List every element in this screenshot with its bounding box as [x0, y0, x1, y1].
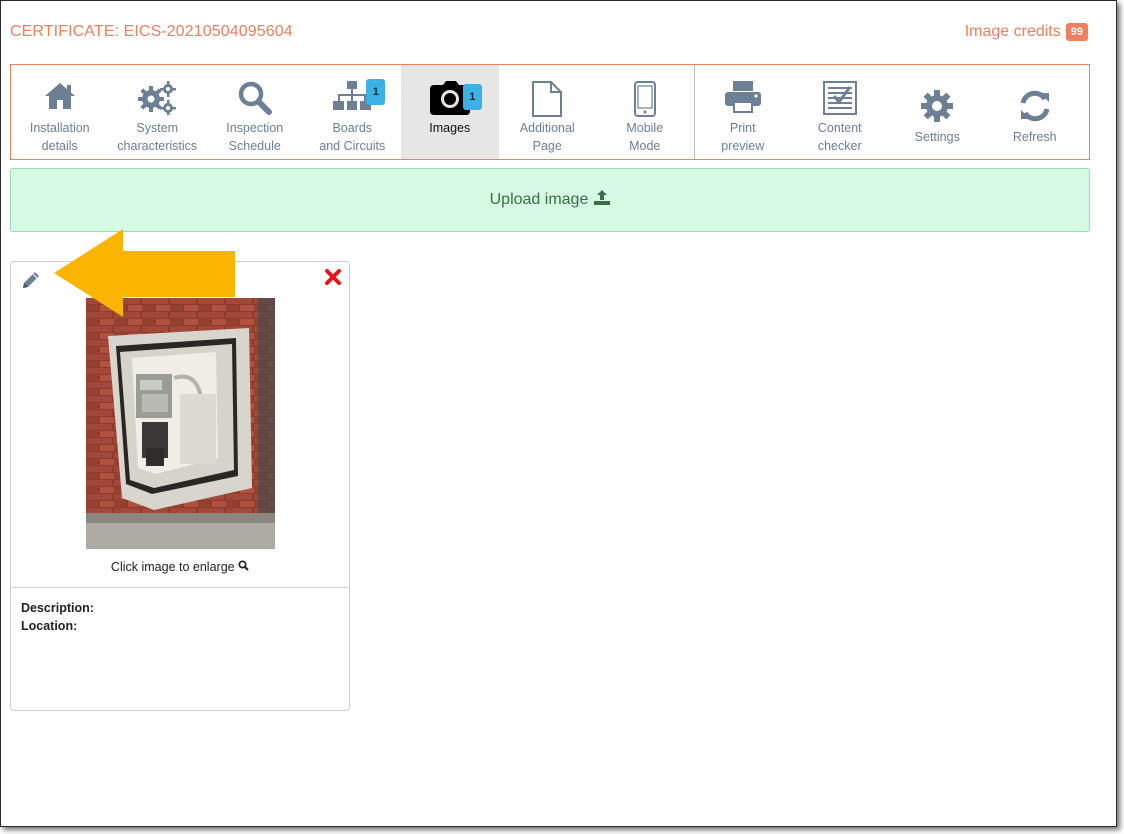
close-icon[interactable] — [325, 269, 341, 290]
image-thumbnail[interactable] — [86, 298, 275, 549]
toolbar-mobile-mode[interactable]: Mobile Mode — [596, 65, 694, 159]
toolbar-inspection-schedule[interactable]: Inspection Schedule — [206, 65, 304, 159]
images-count-badge: 1 — [462, 84, 482, 110]
pencil-icon[interactable] — [21, 270, 41, 295]
toolbar-images[interactable]: 1 Images — [401, 65, 499, 159]
annotation-arrow-icon — [51, 227, 237, 324]
toolbar-system-characteristics[interactable]: System characteristics — [109, 65, 207, 159]
toolbar-label: Content checker — [817, 121, 862, 153]
toolbar-label: Settings — [914, 130, 960, 144]
image-credits-badge: 99 — [1065, 23, 1088, 41]
toolbar-boards-and-circuits[interactable]: 1 Boards and Circuits — [304, 65, 402, 159]
toolbar-installation-details[interactable]: Installation details — [11, 65, 109, 159]
main-toolbar: Installation details System characterist… — [10, 64, 1090, 160]
image-meta: Description: Location: — [21, 599, 94, 635]
toolbar-label: Images — [429, 121, 471, 135]
camera-icon: 1 — [429, 81, 482, 119]
image-card: Click image to enlarge Description: Loca… — [10, 261, 350, 711]
toolbar-print-preview[interactable]: Print preview — [693, 65, 792, 159]
search-icon — [238, 560, 249, 574]
mobile-icon — [633, 81, 656, 125]
gear-icon — [921, 90, 954, 128]
upload-icon — [594, 190, 611, 210]
upload-image-label: Upload image — [489, 191, 589, 208]
print-icon — [724, 81, 761, 119]
toolbar-label: System characteristics — [117, 121, 198, 153]
home-icon — [43, 81, 77, 119]
card-divider — [11, 587, 349, 588]
enlarge-label: Click image to enlarge — [110, 560, 235, 574]
upload-image-button[interactable]: Upload image — [10, 168, 1090, 232]
gears-icon — [137, 81, 177, 119]
toolbar-label: Additional Page — [519, 121, 575, 153]
sitemap-icon: 1 — [333, 79, 386, 119]
certificate-title: CERTIFICATE: EICS-20210504095604 — [10, 23, 293, 40]
location-label: Location: — [21, 619, 78, 633]
refresh-icon — [1018, 90, 1052, 128]
boards-count-badge: 1 — [366, 79, 386, 105]
toolbar-refresh[interactable]: Refresh — [986, 65, 1084, 159]
description-label: Description: — [21, 601, 94, 615]
checklist-icon — [822, 81, 857, 119]
toolbar-additional-page[interactable]: Additional Page — [499, 65, 597, 159]
toolbar-label: Installation details — [29, 121, 90, 153]
toolbar-label: Boards and Circuits — [319, 121, 386, 153]
toolbar-label: Refresh — [1012, 130, 1057, 144]
toolbar-label: Print preview — [721, 121, 765, 153]
enlarge-hint[interactable]: Click image to enlarge — [11, 560, 349, 574]
app-window: CERTIFICATE: EICS-20210504095604 Image c… — [0, 0, 1117, 827]
image-credits-label: Image credits — [964, 23, 1061, 40]
toolbar-label: Inspection Schedule — [226, 121, 284, 153]
file-icon — [531, 81, 563, 119]
toolbar-content-checker[interactable]: Content checker — [791, 65, 889, 159]
search-icon — [238, 81, 272, 119]
image-credits-button[interactable]: Image credits 99 — [965, 23, 1088, 41]
toolbar-settings[interactable]: Settings — [889, 65, 987, 159]
